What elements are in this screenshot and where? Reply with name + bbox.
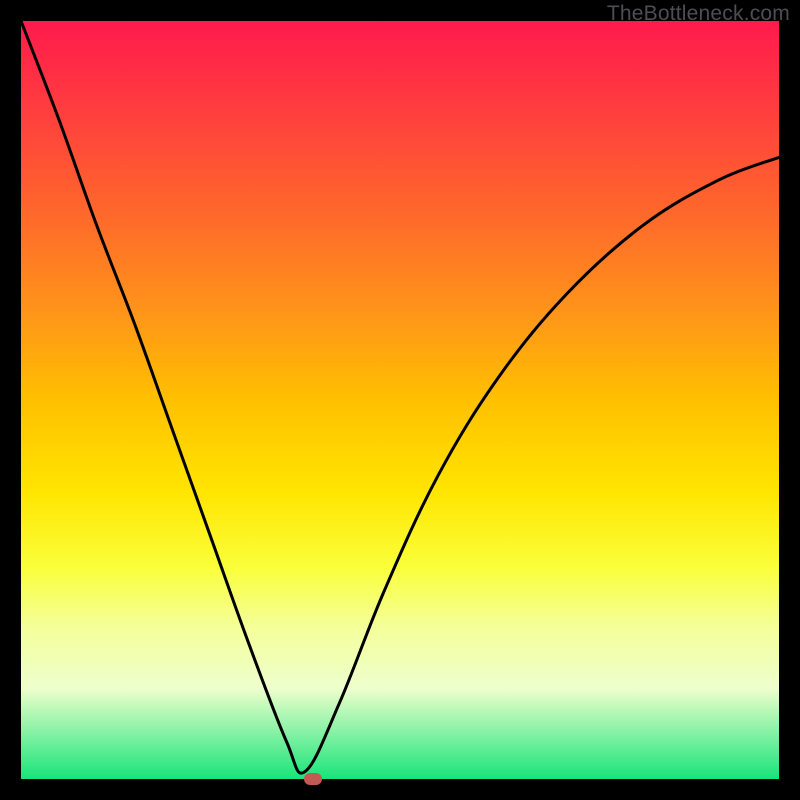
optimum-marker	[304, 773, 322, 785]
chart-plot-area	[21, 21, 779, 779]
watermark-text: TheBottleneck.com	[607, 2, 790, 26]
bottleneck-curve	[21, 21, 779, 779]
